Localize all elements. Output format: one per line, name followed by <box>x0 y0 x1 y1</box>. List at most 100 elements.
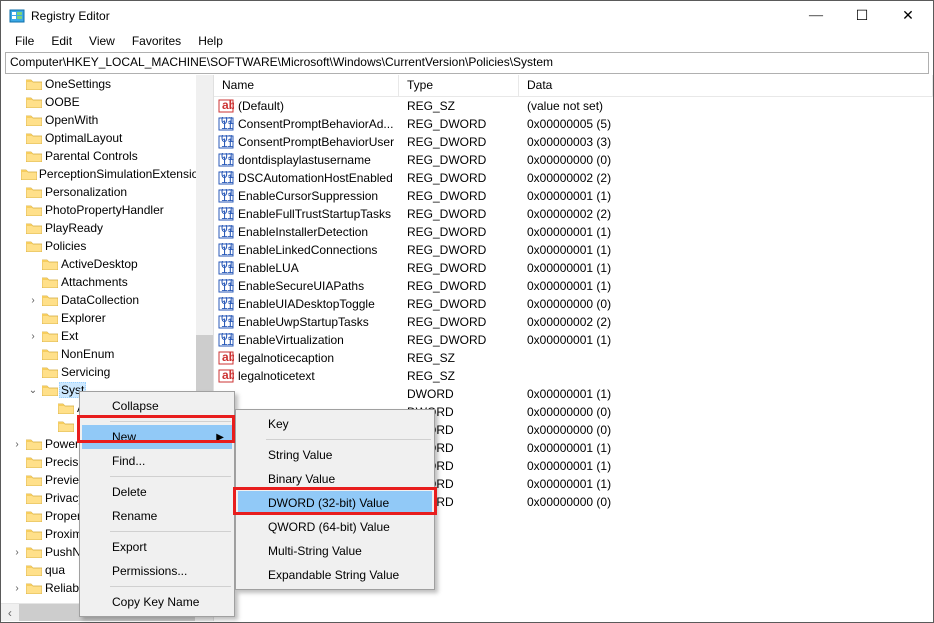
tree-item[interactable]: ›Policies <box>1 237 213 255</box>
maximize-button[interactable]: ☐ <box>839 1 885 31</box>
value-row[interactable]: 011110EnableFullTrustStartupTasksREG_DWO… <box>214 205 933 223</box>
ctx-find[interactable]: Find... <box>82 449 232 473</box>
svg-text:110: 110 <box>221 316 234 329</box>
value-data: 0x00000001 (1) <box>519 243 933 257</box>
tree-item[interactable]: ›OptimalLayout <box>1 129 213 147</box>
value-row[interactable]: DWORD0x00000001 (1) <box>214 385 933 403</box>
tree-hscroll-left[interactable]: ‹ <box>1 604 19 622</box>
minimize-button[interactable]: — <box>793 1 839 31</box>
ctx-separator <box>110 531 231 532</box>
svg-text:ab: ab <box>222 351 234 364</box>
value-data: 0x00000000 (0) <box>519 423 933 437</box>
new-qword-64-value[interactable]: QWORD (64-bit) Value <box>238 515 432 539</box>
value-row[interactable]: ab(Default)REG_SZ(value not set) <box>214 97 933 115</box>
tree-item-label: OpenWith <box>43 112 100 128</box>
tree-item-label: Policies <box>43 238 88 254</box>
value-row[interactable]: ablegalnoticecaptionREG_SZ <box>214 349 933 367</box>
value-name: EnableUwpStartupTasks <box>238 315 369 329</box>
list-header: Name Type Data <box>214 75 933 97</box>
tree-item[interactable]: ›OOBE <box>1 93 213 111</box>
new-multi-string-value[interactable]: Multi-String Value <box>238 539 432 563</box>
folder-icon <box>25 132 43 144</box>
svg-text:110: 110 <box>221 244 234 257</box>
value-name: dontdisplaylastusername <box>238 153 371 167</box>
value-type-icon: 011110 <box>218 315 234 329</box>
tree-item[interactable]: ›Servicing <box>1 363 213 381</box>
new-submenu: Key String Value Binary Value DWORD (32-… <box>235 409 435 590</box>
tree-item[interactable]: ›Personalization <box>1 183 213 201</box>
tree-item[interactable]: ›OneSettings <box>1 75 213 93</box>
new-expandable-string-value[interactable]: Expandable String Value <box>238 563 432 587</box>
tree-item[interactable]: ›ActiveDesktop <box>1 255 213 273</box>
address-bar[interactable]: Computer\HKEY_LOCAL_MACHINE\SOFTWARE\Mic… <box>5 52 929 74</box>
value-row[interactable]: 011110EnableCursorSuppressionREG_DWORD0x… <box>214 187 933 205</box>
value-data: (value not set) <box>519 99 933 113</box>
menu-help[interactable]: Help <box>190 33 231 49</box>
column-header-data[interactable]: Data <box>519 75 933 96</box>
tree-item[interactable]: ›Ext <box>1 327 213 345</box>
tree-item[interactable]: ›Parental Controls <box>1 147 213 165</box>
column-header-type[interactable]: Type <box>399 75 519 96</box>
tree-item-label: PhotoPropertyHandler <box>43 202 166 218</box>
menu-file[interactable]: File <box>7 33 42 49</box>
ctx-rename[interactable]: Rename <box>82 504 232 528</box>
value-row[interactable]: 011110EnableLUAREG_DWORD0x00000001 (1) <box>214 259 933 277</box>
value-row[interactable]: 011110EnableUIADesktopToggleREG_DWORD0x0… <box>214 295 933 313</box>
value-type-icon: 011110 <box>218 261 234 275</box>
new-key[interactable]: Key <box>238 412 432 436</box>
tree-expander-icon[interactable]: ⌄ <box>25 385 41 396</box>
menu-view[interactable]: View <box>81 33 123 49</box>
tree-item[interactable]: ›DataCollection <box>1 291 213 309</box>
tree-expander-icon[interactable]: › <box>9 547 25 558</box>
ctx-export[interactable]: Export <box>82 535 232 559</box>
tree-item[interactable]: ›NonEnum <box>1 345 213 363</box>
tree-vscroll-thumb[interactable] <box>196 335 213 395</box>
value-name: DSCAutomationHostEnabled <box>238 171 393 185</box>
new-string-value[interactable]: String Value <box>238 443 432 467</box>
value-name: EnableUIADesktopToggle <box>238 297 375 311</box>
tree-expander-icon[interactable]: › <box>9 583 25 594</box>
value-data: 0x00000001 (1) <box>519 279 933 293</box>
value-type: REG_DWORD <box>399 279 519 293</box>
ctx-copy-key-name[interactable]: Copy Key Name <box>82 590 232 614</box>
column-header-name[interactable]: Name <box>214 75 399 96</box>
tree-item[interactable]: ›OpenWith <box>1 111 213 129</box>
ctx-new[interactable]: New▶ <box>82 425 232 449</box>
value-row[interactable]: 011110EnableInstallerDetectionREG_DWORD0… <box>214 223 933 241</box>
value-data: 0x00000001 (1) <box>519 189 933 203</box>
close-button[interactable]: ✕ <box>885 1 931 31</box>
tree-item[interactable]: ›PlayReady <box>1 219 213 237</box>
tree-expander-icon[interactable]: › <box>9 439 25 450</box>
folder-icon <box>41 384 59 396</box>
value-row[interactable]: 011110ConsentPromptBehaviorUserREG_DWORD… <box>214 133 933 151</box>
value-row[interactable]: 011110DSCAutomationHostEnabledREG_DWORD0… <box>214 169 933 187</box>
value-row[interactable]: 011110dontdisplaylastusernameREG_DWORD0x… <box>214 151 933 169</box>
value-data: 0x00000000 (0) <box>519 297 933 311</box>
tree-expander-icon[interactable]: › <box>25 331 41 342</box>
value-type: REG_DWORD <box>399 261 519 275</box>
value-row[interactable]: 011110EnableUwpStartupTasksREG_DWORD0x00… <box>214 313 933 331</box>
tree-item[interactable]: ›Attachments <box>1 273 213 291</box>
value-row[interactable]: 011110ConsentPromptBehaviorAd...REG_DWOR… <box>214 115 933 133</box>
value-row[interactable]: 011110EnableSecureUIAPathsREG_DWORD0x000… <box>214 277 933 295</box>
svg-text:ab: ab <box>222 369 234 382</box>
tree-expander-icon[interactable]: › <box>25 295 41 306</box>
ctx-collapse[interactable]: Collapse <box>82 394 232 418</box>
value-data: 0x00000003 (3) <box>519 135 933 149</box>
new-dword-32-value[interactable]: DWORD (32-bit) Value <box>238 491 432 515</box>
tree-item[interactable]: ›PerceptionSimulationExtensions <box>1 165 213 183</box>
ctx-delete[interactable]: Delete <box>82 480 232 504</box>
tree-item[interactable]: ›PhotoPropertyHandler <box>1 201 213 219</box>
new-binary-value[interactable]: Binary Value <box>238 467 432 491</box>
folder-icon <box>41 312 59 324</box>
value-row[interactable]: ablegalnoticetextREG_SZ <box>214 367 933 385</box>
value-type: REG_SZ <box>399 99 519 113</box>
value-row[interactable]: 011110EnableVirtualizationREG_DWORD0x000… <box>214 331 933 349</box>
folder-icon <box>25 546 43 558</box>
value-row[interactable]: 011110EnableLinkedConnectionsREG_DWORD0x… <box>214 241 933 259</box>
value-data: 0x00000000 (0) <box>519 405 933 419</box>
menu-favorites[interactable]: Favorites <box>124 33 189 49</box>
menu-edit[interactable]: Edit <box>43 33 80 49</box>
ctx-permissions[interactable]: Permissions... <box>82 559 232 583</box>
tree-item[interactable]: ›Explorer <box>1 309 213 327</box>
